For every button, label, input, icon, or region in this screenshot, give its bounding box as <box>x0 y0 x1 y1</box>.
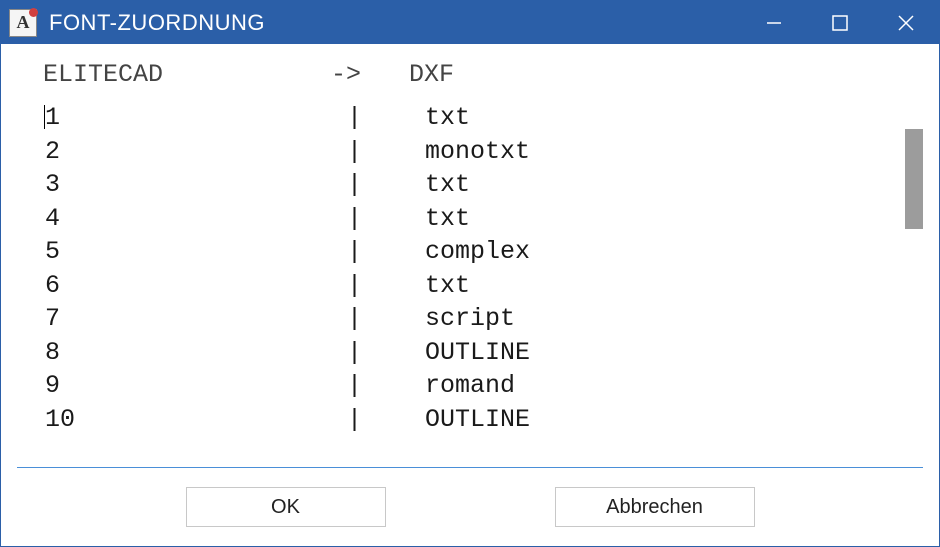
header-left: ELITECAD <box>1 60 331 89</box>
window-title: FONT-ZUORDNUNG <box>49 10 265 36</box>
maximize-icon <box>831 14 849 32</box>
list-item-separator: | <box>347 269 403 303</box>
list-item[interactable]: 4|txt <box>17 202 895 236</box>
list-item-id: 1 <box>17 101 347 135</box>
mapping-list-container: 1|txt2|monotxt3|txt4|txt5|complex6|txt7|… <box>17 101 923 468</box>
list-item-value: txt <box>403 101 895 135</box>
list-item-separator: | <box>347 369 403 403</box>
list-item-id: 8 <box>17 336 347 370</box>
list-item-separator: | <box>347 235 403 269</box>
list-item-value: OUTLINE <box>403 403 895 437</box>
list-item-value: monotxt <box>403 135 895 169</box>
list-item-id: 2 <box>17 135 347 169</box>
list-item-value: complex <box>403 235 895 269</box>
list-item[interactable]: 7|script <box>17 302 895 336</box>
list-item-separator: | <box>347 302 403 336</box>
header-arrow: -> <box>331 60 387 89</box>
maximize-button[interactable] <box>807 1 873 44</box>
list-item-id: 4 <box>17 202 347 236</box>
scrollbar-track[interactable] <box>899 101 923 467</box>
list-item[interactable]: 10|OUTLINE <box>17 403 895 437</box>
list-item-value: romand <box>403 369 895 403</box>
list-item-id: 9 <box>17 369 347 403</box>
ok-button[interactable]: OK <box>186 487 386 527</box>
scrollbar-thumb[interactable] <box>905 129 923 229</box>
minimize-icon <box>765 14 783 32</box>
close-icon <box>897 14 915 32</box>
list-item-id: 10 <box>17 403 347 437</box>
list-item-id: 7 <box>17 302 347 336</box>
list-item-value: txt <box>403 202 895 236</box>
app-icon: A <box>9 9 37 37</box>
cancel-button[interactable]: Abbrechen <box>555 487 755 527</box>
list-item[interactable]: 8|OUTLINE <box>17 336 895 370</box>
close-button[interactable] <box>873 1 939 44</box>
list-item-value: txt <box>403 269 895 303</box>
mapping-list[interactable]: 1|txt2|monotxt3|txt4|txt5|complex6|txt7|… <box>17 101 895 467</box>
list-item[interactable]: 5|complex <box>17 235 895 269</box>
titlebar[interactable]: A FONT-ZUORDNUNG <box>1 1 939 44</box>
list-item[interactable]: 1|txt <box>17 101 895 135</box>
ok-button-label: OK <box>271 496 300 519</box>
list-item-id: 3 <box>17 168 347 202</box>
dialog-content: ELITECAD -> DXF 1|txt2|monotxt3|txt4|txt… <box>1 44 939 546</box>
list-item-separator: | <box>347 403 403 437</box>
minimize-button[interactable] <box>741 1 807 44</box>
app-icon-letter: A <box>17 12 30 33</box>
column-header: ELITECAD -> DXF <box>1 44 939 101</box>
cancel-button-label: Abbrechen <box>606 496 703 519</box>
list-item-id: 5 <box>17 235 347 269</box>
list-item-value: OUTLINE <box>403 336 895 370</box>
button-row: OK Abbrechen <box>1 468 939 546</box>
list-item-separator: | <box>347 168 403 202</box>
dialog-window: A FONT-ZUORDNUNG ELITECAD -> DXF 1|txt2|… <box>0 0 940 547</box>
list-item-separator: | <box>347 135 403 169</box>
list-item-separator: | <box>347 202 403 236</box>
list-item-value: txt <box>403 168 895 202</box>
list-item[interactable]: 2|monotxt <box>17 135 895 169</box>
list-item-id: 6 <box>17 269 347 303</box>
list-item[interactable]: 9|romand <box>17 369 895 403</box>
list-item-value: script <box>403 302 895 336</box>
list-item-separator: | <box>347 101 403 135</box>
list-item[interactable]: 3|txt <box>17 168 895 202</box>
list-item-separator: | <box>347 336 403 370</box>
header-right: DXF <box>387 60 939 89</box>
list-item[interactable]: 6|txt <box>17 269 895 303</box>
